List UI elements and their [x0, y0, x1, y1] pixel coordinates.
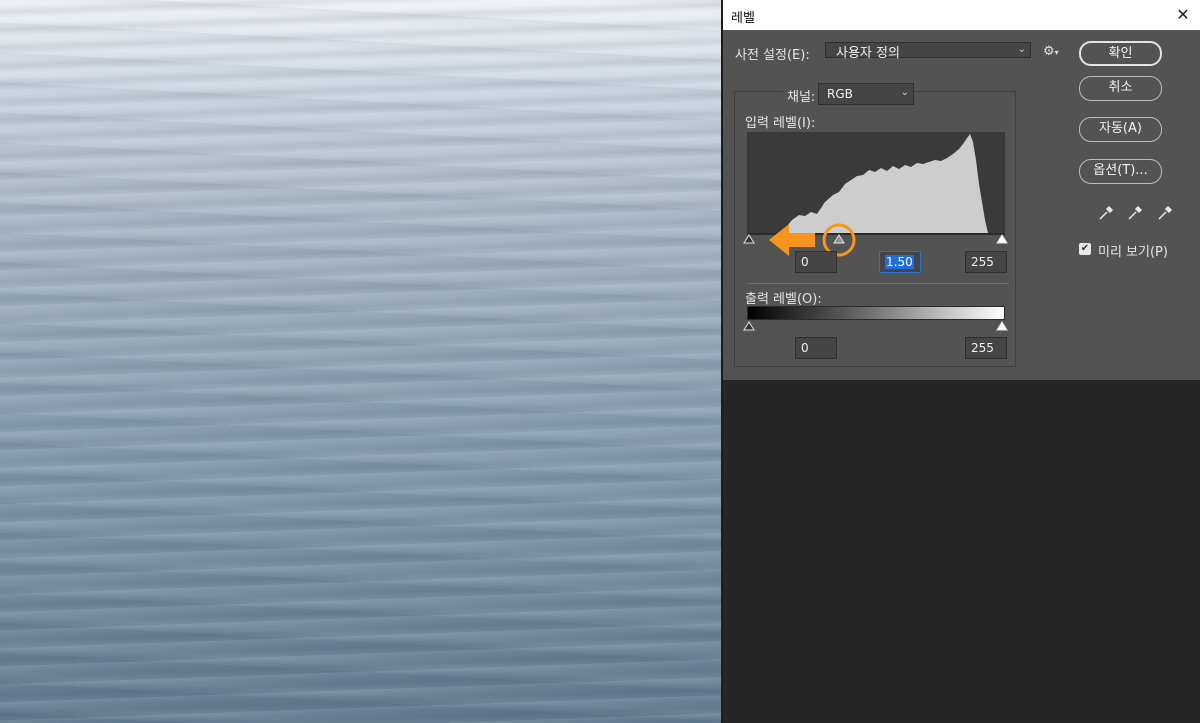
histogram	[747, 132, 1005, 233]
ok-button[interactable]: 확인	[1079, 41, 1162, 66]
input-gamma-field[interactable]: 1.50	[879, 251, 921, 273]
chevron-down-icon: ⌄	[900, 87, 909, 98]
photo-canvas	[0, 0, 721, 723]
output-gradient-bar	[747, 306, 1005, 320]
output-black-slider[interactable]	[743, 321, 755, 331]
input-levels-label: 입력 레벨(I):	[745, 116, 816, 131]
input-black-field[interactable]: 0	[795, 251, 837, 273]
preview-label: 미리 보기(P)	[1098, 245, 1168, 260]
black-point-eyedropper-icon[interactable]	[1097, 204, 1115, 222]
close-icon[interactable]: ✕	[1170, 3, 1196, 27]
output-levels-label: 출력 레벨(O):	[745, 292, 822, 307]
preset-label: 사전 설정(E):	[735, 48, 810, 63]
levels-dialog: 레벨 ✕ 사전 설정(E): 사용자 정의 ⌄ ⚙▾ 확인 취소 자동(A) 옵…	[723, 0, 1200, 380]
preview-checkbox[interactable]: ✔	[1079, 243, 1091, 255]
auto-button[interactable]: 자동(A)	[1079, 117, 1162, 142]
chevron-down-icon: ⌄	[1017, 44, 1026, 55]
preset-dropdown[interactable]: 사용자 정의 ⌄	[825, 42, 1031, 61]
channel-value: RGB	[827, 87, 853, 101]
output-black-field[interactable]: 0	[795, 337, 837, 359]
input-white-field[interactable]: 255	[965, 251, 1007, 273]
input-black-slider[interactable]	[743, 234, 755, 244]
dialog-titlebar: 레벨 ✕	[723, 0, 1200, 30]
channel-dropdown[interactable]: RGB ⌄	[818, 83, 914, 105]
output-white-field[interactable]: 255	[965, 337, 1007, 359]
cancel-button[interactable]: 취소	[1079, 76, 1162, 101]
options-button[interactable]: 옵션(T)...	[1079, 159, 1162, 184]
section-divider	[747, 283, 1009, 284]
gray-point-eyedropper-icon[interactable]	[1126, 204, 1144, 222]
dialog-title: 레벨	[731, 11, 755, 26]
channel-label: 채널:	[783, 86, 820, 105]
output-white-slider[interactable]	[996, 321, 1008, 331]
preset-value: 사용자 정의	[836, 46, 900, 61]
input-white-slider[interactable]	[996, 234, 1008, 244]
water-ripples-secondary	[0, 0, 721, 723]
white-point-eyedropper-icon[interactable]	[1156, 204, 1174, 222]
input-gamma-value: 1.50	[885, 255, 914, 269]
histogram-graph	[783, 134, 988, 233]
gear-icon[interactable]: ⚙▾	[1043, 44, 1059, 59]
